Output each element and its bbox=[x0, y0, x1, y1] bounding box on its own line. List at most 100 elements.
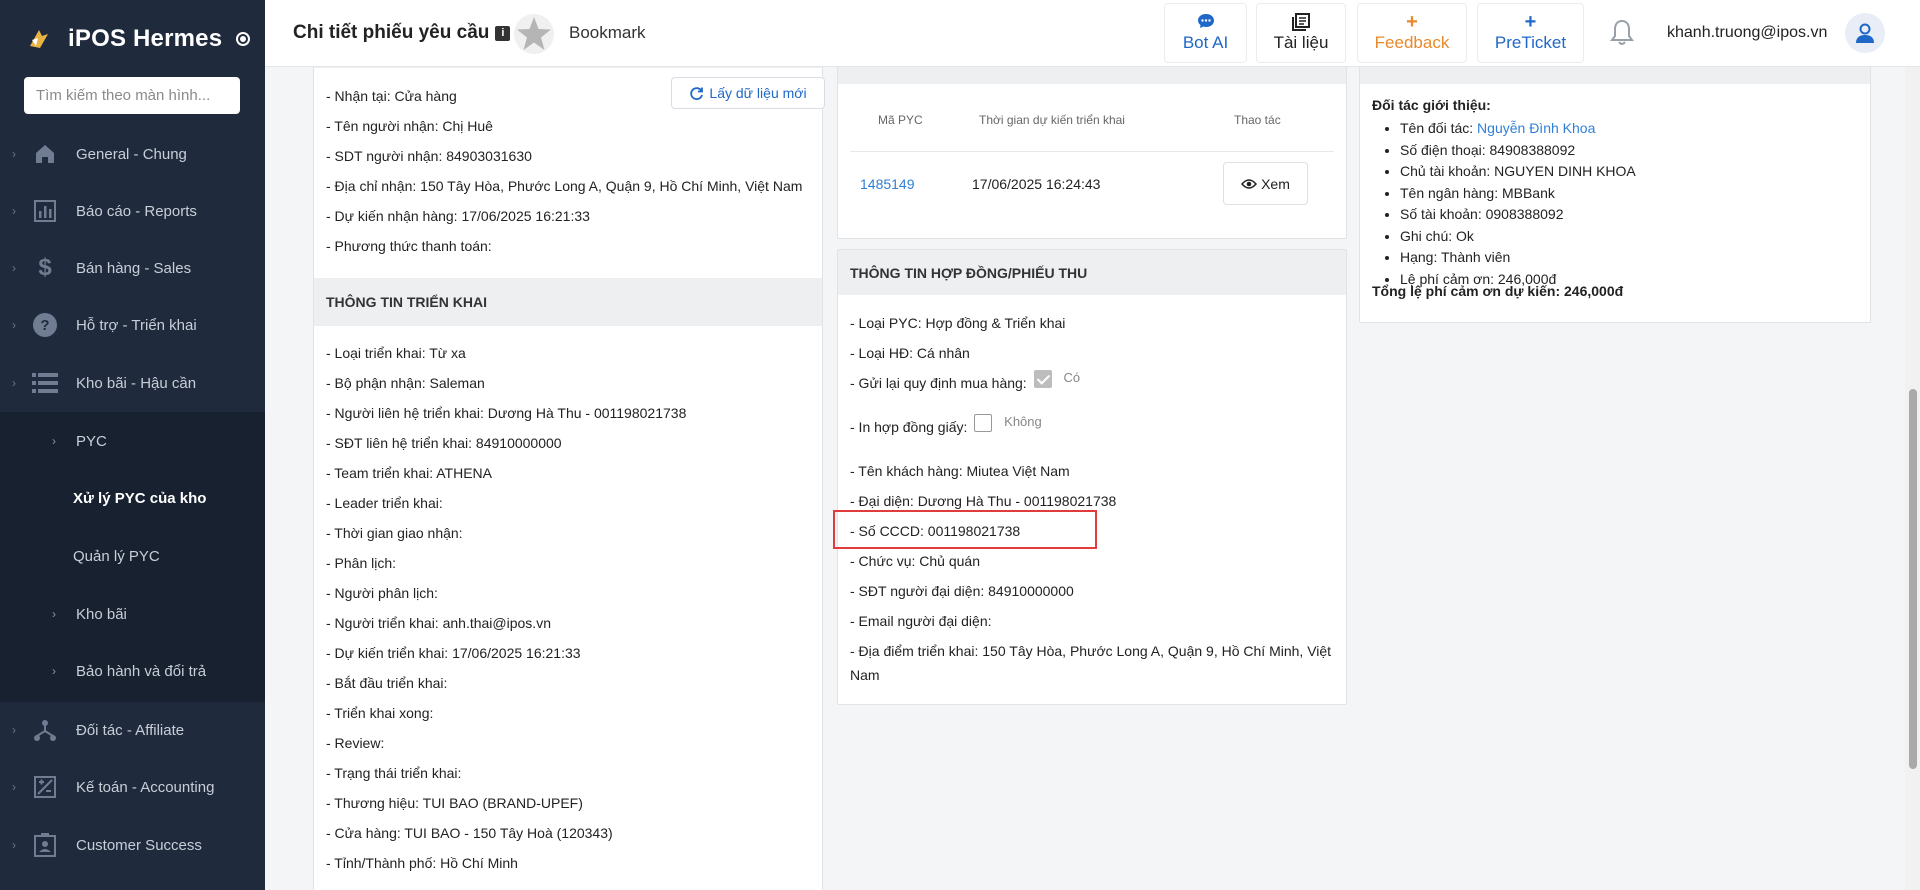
sidebar-subitem-warranty[interactable]: › Bảo hành và đổi trả bbox=[0, 642, 265, 700]
view-label: Xem bbox=[1261, 175, 1290, 192]
chevron-down-icon: › bbox=[12, 376, 16, 390]
partner-name-label: Tên đối tác: bbox=[1400, 120, 1478, 136]
sidebar-item-accounting[interactable]: › Kế toán - Accounting bbox=[0, 758, 265, 816]
receive-line: - Phương thức thanh toán: bbox=[326, 238, 492, 254]
sidebar-item-support[interactable]: › ? Hỗ trợ - Triển khai bbox=[0, 296, 265, 354]
list-item: Số tài khoản: 0908388092 bbox=[1400, 204, 1636, 226]
contract-panel: THÔNG TIN HỢP ĐỒNG/PHIẾU THU - Loại PYC:… bbox=[837, 249, 1347, 705]
deploy-line: - Leader triển khai: bbox=[326, 495, 443, 511]
partner-list: Tên đối tác: Nguyễn Đình Khoa Số điện th… bbox=[1378, 118, 1636, 290]
preticket-label: PreTicket bbox=[1494, 33, 1567, 52]
id-card-icon bbox=[28, 828, 62, 862]
chevron-right-icon: › bbox=[12, 147, 16, 161]
paper-contract-checkbox[interactable] bbox=[974, 414, 993, 433]
deploy-line: - Cửa hàng: TUI BAO - 150 Tây Hoà (12034… bbox=[326, 825, 613, 841]
sidebar-item-affiliate[interactable]: › Đối tác - Affiliate bbox=[0, 701, 265, 759]
deploy-line: - Triển khai xong: bbox=[326, 705, 434, 721]
list-item: Tên ngân hàng: MBBank bbox=[1400, 183, 1636, 205]
scrollbar-thumb[interactable] bbox=[1909, 389, 1917, 769]
main-content: Lấy dữ liệu mới - Nhận tại: Cửa hàng - T… bbox=[265, 67, 1905, 890]
sidebar-item-warehouse[interactable]: › Kho bãi - Hậu cần bbox=[0, 354, 265, 412]
deploy-section-header: THÔNG TIN TRIỂN KHAI bbox=[314, 278, 822, 326]
chevron-right-icon: › bbox=[12, 204, 16, 218]
page-title: Chi tiết phiếu yêu cầu i bbox=[293, 22, 511, 44]
document-icon bbox=[1292, 13, 1310, 31]
receive-line: - Tên người nhận: Chị Huê bbox=[326, 118, 493, 134]
deploy-line: - Thời gian giao nhận: bbox=[326, 525, 463, 541]
panel-head-strip bbox=[314, 67, 822, 68]
scrollbar[interactable] bbox=[1905, 67, 1920, 890]
bell-icon[interactable] bbox=[1607, 18, 1637, 48]
contract-section-header: THÔNG TIN HỢP ĐỒNG/PHIẾU THU bbox=[838, 250, 1346, 295]
sidebar-subitem-pyc[interactable]: › PYC bbox=[0, 412, 265, 470]
pyc-table-panel: Mã PYC Thời gian dự kiến triển khai Thao… bbox=[837, 67, 1347, 239]
highlight-box bbox=[833, 510, 1097, 549]
sidebar-item-label: General - Chung bbox=[76, 145, 187, 163]
deploy-line: - Bắt đầu triển khai: bbox=[326, 675, 448, 691]
sidebar-item-reports[interactable]: › Báo cáo - Reports bbox=[0, 182, 265, 240]
paper-contract-label: - In hợp đồng giấy: bbox=[850, 419, 968, 435]
chevron-right-icon: › bbox=[12, 318, 16, 332]
sidebar-subitem-process-pyc[interactable]: Xử lý PYC của kho bbox=[0, 469, 265, 527]
partner-name-link[interactable]: Nguyễn Đình Khoa bbox=[1477, 120, 1595, 136]
sidebar-item-sales[interactable]: › $ Bán hàng - Sales bbox=[0, 239, 265, 297]
sidebar-subitem-label: Quản lý PYC bbox=[73, 547, 160, 565]
deploy-line: - Dự kiến triển khai: 17/06/2025 16:21:3… bbox=[326, 645, 581, 661]
preticket-button[interactable]: + PreTicket bbox=[1477, 3, 1584, 63]
sidebar-subitem-label: Kho bãi bbox=[76, 605, 127, 623]
avatar[interactable] bbox=[1845, 13, 1885, 53]
star-icon[interactable] bbox=[513, 13, 555, 55]
view-button[interactable]: Xem bbox=[1223, 162, 1308, 205]
deploy-line: - Bộ phận nhận: Saleman bbox=[326, 375, 485, 391]
deploy-line: - Review: bbox=[326, 735, 385, 751]
bot-ai-label: Bot AI bbox=[1182, 33, 1229, 52]
sidebar-subitem-warehouse[interactable]: › Kho bãi bbox=[0, 585, 265, 643]
deploy-line: - Người triển khai: anh.thai@ipos.vn bbox=[326, 615, 551, 631]
chart-icon bbox=[28, 194, 62, 228]
chat-icon bbox=[1197, 13, 1215, 31]
feedback-button[interactable]: + Feedback bbox=[1357, 3, 1467, 63]
contract-line: - Loại PYC: Hợp đồng & Triển khai bbox=[850, 315, 1066, 331]
accounting-icon bbox=[28, 770, 62, 804]
pyc-code-link[interactable]: 1485149 bbox=[860, 176, 915, 192]
user-email[interactable]: khanh.truong@ipos.vn bbox=[1667, 24, 1827, 42]
partner-title: Đối tác giới thiệu: bbox=[1372, 97, 1491, 113]
deploy-line: - Loại triển khai: Từ xa bbox=[326, 345, 466, 361]
paper-contract-row: - In hợp đồng giấy: Không bbox=[850, 414, 1042, 435]
table-divider bbox=[850, 151, 1334, 152]
deploy-line: - SĐT liên hệ triển khai: 84910000000 bbox=[326, 435, 562, 451]
sidebar-subitem-label: Xử lý PYC của kho bbox=[73, 489, 207, 507]
chevron-right-icon: › bbox=[52, 434, 56, 448]
contract-line: - Đại diện: Dương Hà Thu - 001198021738 bbox=[850, 493, 1117, 509]
deploy-line: - Team triển khai: ATHENA bbox=[326, 465, 492, 481]
info-icon[interactable]: i bbox=[495, 25, 511, 41]
sidebar-item-label: Hỗ trợ - Triển khai bbox=[76, 316, 197, 334]
sidebar-item-label: Báo cáo - Reports bbox=[76, 202, 197, 220]
sidebar-subitem-label: Bảo hành và đổi trả bbox=[76, 662, 207, 680]
user-icon bbox=[1856, 23, 1874, 43]
receive-line: - SDT người nhận: 84903031630 bbox=[326, 148, 532, 164]
contract-line: - Tên khách hàng: Miutea Việt Nam bbox=[850, 463, 1070, 479]
sidebar-search-input[interactable] bbox=[24, 77, 240, 114]
table-header-code: Mã PYC bbox=[878, 113, 923, 127]
resend-policy-label: - Gửi lại quy định mua hàng: bbox=[850, 375, 1027, 391]
refresh-button[interactable]: Lấy dữ liệu mới bbox=[671, 77, 825, 109]
contract-line: Nam bbox=[850, 667, 880, 683]
pin-icon[interactable] bbox=[236, 32, 251, 46]
sidebar-item-label: Bán hàng - Sales bbox=[76, 259, 192, 277]
panel-head-strip bbox=[838, 67, 1346, 84]
sidebar-subitem-manage-pyc[interactable]: Quản lý PYC bbox=[0, 527, 265, 585]
sidebar-item-customer-success[interactable]: › Customer Success bbox=[0, 816, 265, 874]
page-title-text: Chi tiết phiếu yêu cầu bbox=[293, 22, 490, 43]
contract-line: - Địa điểm triển khai: 150 Tây Hòa, Phướ… bbox=[850, 643, 1332, 659]
resend-policy-checkbox[interactable] bbox=[1033, 370, 1052, 389]
deploy-line: - Trạng thái triển khai: bbox=[326, 765, 462, 781]
bot-ai-button[interactable]: Bot AI bbox=[1164, 3, 1247, 63]
bookmark-label[interactable]: Bookmark bbox=[569, 23, 646, 43]
app-title: iPOS Hermes bbox=[68, 25, 223, 52]
topbar: Chi tiết phiếu yêu cầu i Bookmark Bot AI… bbox=[265, 0, 1920, 67]
docs-button[interactable]: Tài liệu bbox=[1256, 3, 1346, 63]
network-icon bbox=[28, 713, 62, 747]
sidebar-item-general[interactable]: › General - Chung bbox=[0, 125, 265, 183]
feedback-label: Feedback bbox=[1374, 33, 1450, 52]
